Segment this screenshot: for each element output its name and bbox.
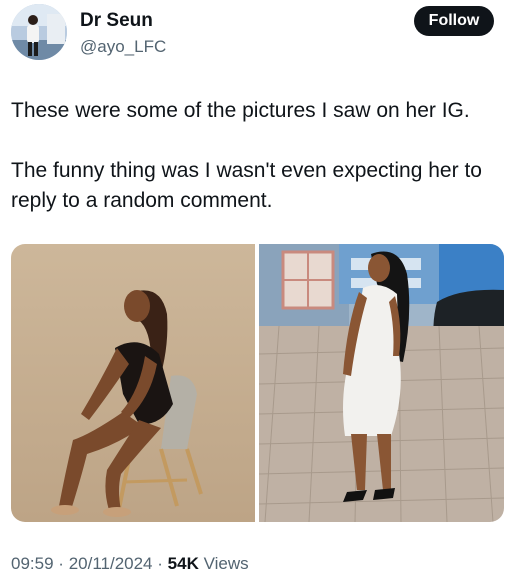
media-grid <box>11 244 504 522</box>
meta-separator: · <box>58 554 64 573</box>
meta-separator: · <box>157 554 163 573</box>
media-photo[interactable] <box>11 244 255 522</box>
tweet-meta: 09:59 · 20/11/2024 · 54K Views <box>11 554 249 574</box>
follow-button[interactable]: Follow <box>414 6 494 36</box>
tweet-text: These were some of the pictures I saw on… <box>11 96 516 216</box>
tweet-time[interactable]: 09:59 <box>11 554 54 573</box>
tweet: Dr Seun @ayo_LFC Follow These were some … <box>0 0 529 581</box>
photo-studio-pose <box>11 244 255 522</box>
avatar-image <box>11 4 67 60</box>
media-photo[interactable] <box>259 244 504 522</box>
tweet-date[interactable]: 20/11/2024 <box>69 554 153 573</box>
display-name[interactable]: Dr Seun <box>80 10 153 32</box>
tweet-paragraph: The funny thing was I wasn't even expect… <box>11 159 482 212</box>
views-label: Views <box>203 554 249 573</box>
avatar[interactable] <box>11 4 67 60</box>
photo-outdoor-pose <box>259 244 504 522</box>
tweet-paragraph: These were some of the pictures I saw on… <box>11 99 470 122</box>
user-handle[interactable]: @ayo_LFC <box>80 37 166 57</box>
views-count: 54K <box>167 554 199 573</box>
